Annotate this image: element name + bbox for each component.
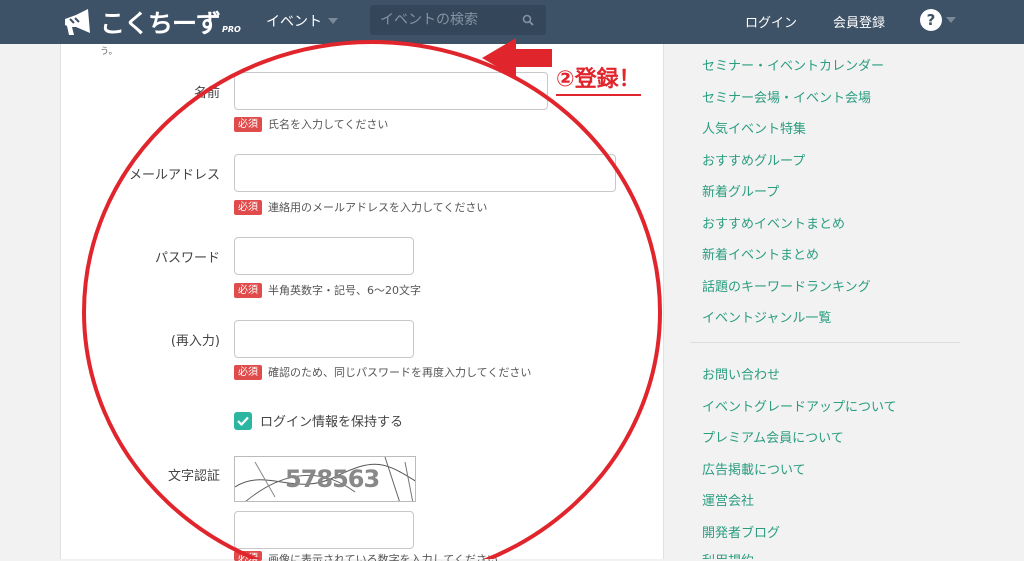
password-input[interactable] (234, 237, 414, 275)
sidebar-link-advertising[interactable]: 広告掲載について (702, 459, 806, 478)
sidebar-link-terms[interactable]: 利用規約 (702, 550, 754, 559)
password-confirm-label: (再入力) (170, 334, 220, 349)
email-input[interactable] (234, 154, 616, 192)
email-hint-text: 連絡用のメールアドレスを入力してください (268, 201, 488, 214)
sidebar-link-new-summaries[interactable]: 新着イベントまとめ (702, 244, 819, 263)
chevron-down-icon (328, 18, 338, 24)
captcha-image: 578563 (234, 456, 416, 502)
top-navbar: こくちーず PRO イベント ログイン 会員登録 ? (0, 0, 1024, 44)
required-badge: 必須 (234, 199, 262, 215)
sidebar-link-calendar[interactable]: セミナー・イベントカレンダー (702, 55, 884, 74)
sidebar-link-new-groups[interactable]: 新着グループ (702, 181, 779, 200)
password-label: パスワード (154, 251, 220, 266)
search-input[interactable] (380, 12, 520, 28)
required-badge: 必須 (234, 282, 262, 298)
sidebar-link-grade-up[interactable]: イベントグレードアップについて (702, 396, 897, 415)
sidebar-link-keyword-ranking[interactable]: 話題のキーワードランキング (702, 276, 871, 295)
password-confirm-input[interactable] (234, 320, 414, 358)
chevron-down-icon (946, 17, 956, 23)
captcha-label: 文字認証 (167, 469, 220, 484)
name-hint: 必須 氏名を入力してください (234, 116, 388, 132)
password-hint: 必須 半角英数字・記号、6〜20文字 (234, 282, 421, 298)
sidebar-link-venues[interactable]: セミナー会場・イベント会場 (702, 87, 871, 106)
captcha-hint-text: 画像に表示されている数字を入力してください (268, 553, 499, 561)
required-badge: 必須 (234, 551, 262, 561)
email-hint: 必須 連絡用のメールアドレスを入力してください (234, 199, 487, 215)
required-badge: 必須 (234, 116, 262, 132)
event-menu-label: イベント (266, 14, 322, 30)
sidebar-link-popular-events[interactable]: 人気イベント特集 (702, 118, 806, 137)
name-input[interactable] (234, 72, 548, 110)
name-hint-text: 氏名を入力してください (268, 118, 389, 131)
megaphone-logo-icon (65, 9, 90, 35)
captcha-digits: 578563 (285, 465, 380, 493)
email-label: メールアドレス (128, 168, 220, 183)
search-box (370, 5, 546, 35)
password-hint-text: 半角英数字・記号、6〜20文字 (268, 284, 421, 297)
logo-pro-label: PRO (222, 25, 241, 34)
remember-login-label: ログイン情報を保持する (260, 415, 404, 430)
password-confirm-hint-text: 確認のため、同じパスワードを再度入力してください (268, 366, 532, 379)
sidebar-link-genres[interactable]: イベントジャンル一覧 (702, 307, 831, 326)
password-confirm-hint: 必須 確認のため、同じパスワードを再度入力してください (234, 364, 531, 380)
captcha-input[interactable] (234, 511, 414, 549)
site-logo[interactable]: こくちーず PRO (62, 4, 241, 40)
sidebar-link-premium[interactable]: プレミアム会員について (702, 427, 844, 446)
sidebar-link-recommended-summaries[interactable]: おすすめイベントまとめ (702, 213, 845, 232)
logo-text: こくちーず (100, 9, 221, 38)
remember-login-checkbox[interactable] (234, 411, 252, 430)
sidebar-link-contact[interactable]: お問い合わせ (702, 364, 780, 383)
annotation-label: ②登録！ (556, 66, 641, 96)
required-badge: 必須 (234, 364, 262, 380)
help-icon: ? (920, 9, 942, 31)
sidebar-link-dev-blog[interactable]: 開発者ブログ (702, 522, 780, 541)
sidebar-link-company[interactable]: 運営会社 (702, 490, 754, 509)
name-label: 名前 (193, 86, 220, 101)
register-link[interactable]: 会員登録 (833, 12, 885, 31)
help-menu[interactable]: ? (920, 9, 956, 31)
event-menu[interactable]: イベント (266, 11, 338, 31)
search-icon[interactable] (522, 14, 534, 26)
form-intro-fragment: う。 (100, 47, 118, 57)
login-link[interactable]: ログイン (745, 12, 797, 31)
sidebar-link-recommended-groups[interactable]: おすすめグループ (702, 150, 805, 169)
remember-login-row[interactable]: ログイン情報を保持する (234, 411, 403, 430)
checkmark-icon (237, 416, 249, 426)
captcha-hint: 必須 画像に表示されている数字を入力してください (234, 551, 624, 561)
sidebar-divider (690, 342, 960, 343)
